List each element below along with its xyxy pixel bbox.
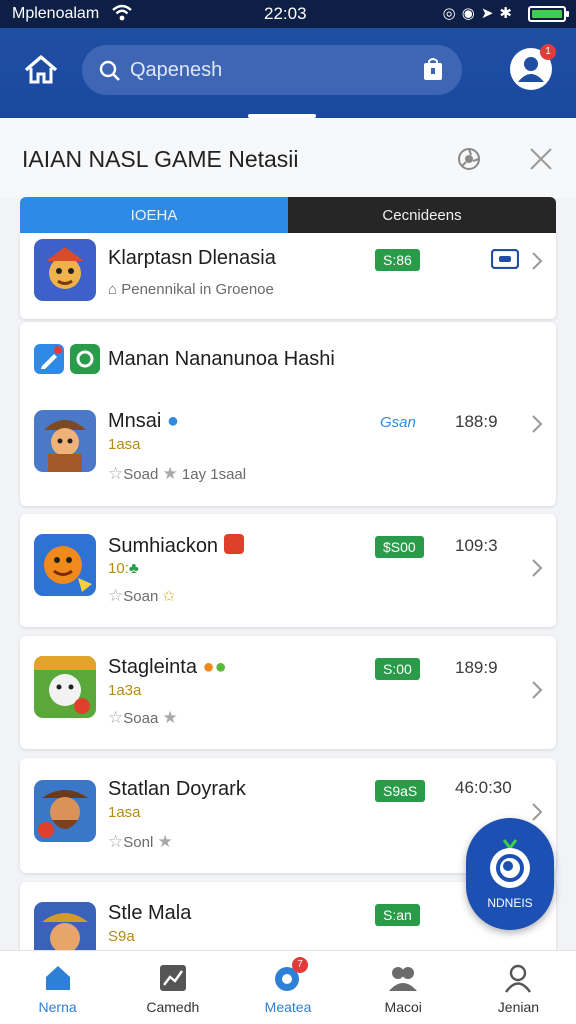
chevron-right-icon xyxy=(532,559,543,577)
game-card[interactable]: Stagleinta ●● 1a3a ☆Soaa ★ S:00 189:9 xyxy=(20,636,556,749)
star-icon: ★ xyxy=(162,708,178,727)
section-title: Manan Nananunoa Hashi xyxy=(108,348,335,370)
game-thumbnail-icon xyxy=(34,780,96,842)
game-name: Mnsai ● xyxy=(108,410,180,432)
close-icon[interactable] xyxy=(528,146,554,172)
segmented-tabs: IOEHA Cecnideens xyxy=(20,197,556,233)
star-icon: ☆ xyxy=(108,832,124,851)
settings-icon[interactable] xyxy=(456,146,482,172)
nav-label: Meatea xyxy=(264,999,312,1015)
leaf-icon: ♣ xyxy=(128,560,139,577)
price-badge: S:00 xyxy=(375,658,420,680)
profile-button[interactable]: 1 xyxy=(510,44,556,90)
search-bar[interactable] xyxy=(82,45,462,95)
carrier-label: Mplenoalam xyxy=(12,5,100,22)
game-score: 188:9 xyxy=(455,412,498,431)
nav-item-group[interactable]: Macoi xyxy=(346,951,461,1024)
game-thumbnail-icon xyxy=(34,656,96,718)
nav-item-profile[interactable]: Jenian xyxy=(461,951,576,1024)
game-meta: ⌂ Penennikal in Groenoe xyxy=(108,281,274,298)
nav-item-chart[interactable]: Camedh xyxy=(115,951,230,1024)
refresh-app-icon xyxy=(70,344,100,374)
nav-label: Jenian xyxy=(497,999,540,1015)
search-icon xyxy=(99,60,120,81)
pin-icon: ⌂ xyxy=(108,281,118,298)
app-header: 1 xyxy=(0,28,576,118)
game-meta: ☆Sonl ★ xyxy=(108,832,173,851)
star-icon: ★ xyxy=(157,832,173,851)
game-thumbnail-icon xyxy=(34,239,96,301)
chevron-right-icon xyxy=(532,803,543,821)
profile-badge: 1 xyxy=(540,44,556,60)
star-icon: ★ xyxy=(162,464,178,483)
verified-icon: ● xyxy=(166,410,180,432)
game-controller-icon xyxy=(490,839,530,888)
game-card[interactable]: Sumhiackon 10:♣ ☆Soan ✩ $S00 109:3 xyxy=(20,514,556,627)
bag-icon[interactable] xyxy=(422,57,444,81)
star-outline-icon: ✩ xyxy=(162,588,176,605)
profile-icon xyxy=(505,964,532,993)
page-title: IAIAN NASL GAME Netasii xyxy=(22,146,299,172)
game-thumbnail-icon xyxy=(34,410,96,472)
chevron-right-icon xyxy=(532,252,543,270)
hot-icon xyxy=(223,534,244,554)
game-meta: ☆Soan ✩ xyxy=(108,586,176,605)
title-row: IAIAN NASL GAME Netasii xyxy=(0,118,576,198)
price-badge: S:86 xyxy=(375,249,420,271)
smiley-icon: ● xyxy=(214,656,227,678)
floating-action-button[interactable]: NDNEIS xyxy=(466,818,554,930)
price-badge: S9aS xyxy=(375,780,426,802)
star-icon: ☆ xyxy=(108,586,124,605)
tab-first[interactable]: IOEHA xyxy=(20,197,288,233)
wifi-icon xyxy=(112,4,132,21)
fab-label: NDNEIS xyxy=(487,896,533,910)
chart-icon xyxy=(159,965,186,991)
nav-label: Nerna xyxy=(38,999,77,1015)
price-badge: $S00 xyxy=(375,536,424,558)
bottom-nav: Nerna Camedh 7 Meatea Macoi Jenian xyxy=(0,950,576,1024)
nav-item-home[interactable]: Nerna xyxy=(0,951,115,1024)
game-subtitle: 1asa xyxy=(108,804,141,821)
game-name: Stle Mala xyxy=(108,902,192,924)
game-score: 46:0:30 xyxy=(455,778,512,797)
game-subtitle: 1asa xyxy=(108,436,141,453)
nav-label: Camedh xyxy=(146,999,200,1015)
status-icons: ◎◉➤✱ xyxy=(442,5,518,22)
game-score: 109:3 xyxy=(455,536,498,555)
nav-item-chat[interactable]: 7 Meatea xyxy=(230,951,345,1024)
chevron-right-icon xyxy=(532,681,543,699)
search-input[interactable] xyxy=(130,55,410,85)
game-subtitle: 10:♣ xyxy=(108,560,139,577)
edit-app-icon xyxy=(34,344,64,374)
nav-label: Macoi xyxy=(384,999,422,1015)
game-name: Stagleinta ●● xyxy=(108,656,227,678)
price-badge: S:an xyxy=(375,904,420,926)
game-card[interactable]: Manan Nananunoa Hashi Mnsai ● 1asa ☆Soad… xyxy=(20,322,556,506)
game-score: 189:9 xyxy=(455,658,498,677)
star-icon: ☆ xyxy=(108,464,124,483)
status-bar: Mplenoalam 22:03 ◎◉➤✱ xyxy=(0,0,576,28)
home-icon xyxy=(45,966,70,990)
star-icon: ☆ xyxy=(108,708,124,727)
smiley-icon: ● xyxy=(202,656,215,678)
notification-badge: 7 xyxy=(292,957,308,973)
game-subtitle: S9a xyxy=(108,928,135,945)
game-name: Sumhiackon xyxy=(108,534,244,558)
game-name: Statlan Doyrark xyxy=(108,778,246,800)
group-icon xyxy=(389,967,418,991)
chevron-right-icon xyxy=(532,415,543,433)
controller-icon xyxy=(491,249,519,269)
platform-tag: Gsan xyxy=(380,414,416,431)
home-button[interactable] xyxy=(20,48,62,90)
tab-second[interactable]: Cecnideens xyxy=(288,197,556,233)
game-meta: ☆Soad ★ 1ay 1saal xyxy=(108,464,247,483)
clock: 22:03 xyxy=(264,4,307,23)
game-thumbnail-icon xyxy=(34,534,96,596)
game-card[interactable]: Klarptasn Dlenasia ⌂ Penennikal in Groen… xyxy=(20,233,556,319)
game-subtitle: 1a3a xyxy=(108,682,142,699)
game-meta: ☆Soaa ★ xyxy=(108,708,178,727)
game-name: Klarptasn Dlenasia xyxy=(108,247,276,269)
battery-icon xyxy=(528,6,569,22)
